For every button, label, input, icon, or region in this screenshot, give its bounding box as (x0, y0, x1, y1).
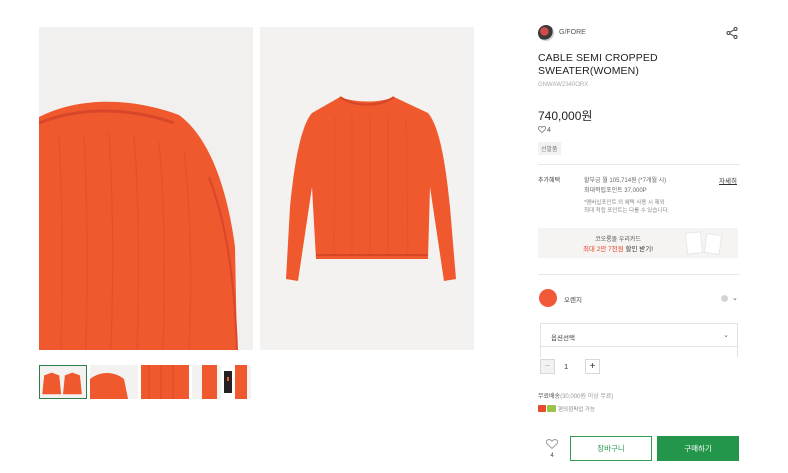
like-count-value: 4 (547, 127, 551, 134)
plus-icon: + (589, 361, 596, 372)
quantity-plus-button[interactable]: + (585, 359, 600, 374)
product-image-front[interactable] (260, 27, 474, 350)
color-name: 오렌지 (564, 297, 582, 304)
coupon-cta: 할인 받기! (623, 246, 654, 253)
shipping-label: 무료배송 (538, 394, 561, 400)
thumbnail-1[interactable] (39, 365, 87, 399)
buy-now-button[interactable]: 구매하기 (657, 436, 739, 461)
brand-name[interactable]: G/FORE (559, 29, 586, 36)
product-title: CABLE SEMI CROPPED SWEATER(WOMEN) (538, 52, 658, 77)
benefits-detail-link[interactable]: 자세히 (719, 175, 737, 185)
thumbnail-2[interactable] (90, 365, 138, 399)
pay-icon (538, 405, 556, 412)
quantity-minus-button[interactable]: − (540, 359, 555, 374)
shipping-condition: (30,000원 이상 무료) (560, 394, 614, 400)
coupon-banner[interactable]: 코오롱몰 우리카드 최대 2만 7천원 할인 받기! (538, 228, 738, 258)
wish-count: 4 (550, 453, 554, 459)
chevron-down-icon[interactable]: ⌄ (732, 294, 738, 302)
benefits-note-2: 최대 적립 포인트는 다를 수 있습니다. (584, 208, 670, 214)
option-select[interactable]: 옵션선택 ⌄ (540, 323, 738, 347)
benefits-label: 추가혜택 (538, 178, 561, 184)
add-to-cart-button[interactable]: 장바구니 (570, 436, 652, 461)
card-image (684, 231, 704, 255)
card-image (703, 232, 723, 256)
like-count[interactable]: 4 (538, 126, 551, 134)
thumbnail-6[interactable] (221, 365, 235, 399)
divider (538, 164, 740, 165)
pickup-text: 편의점픽업 가능 (558, 407, 595, 413)
product-badge: 선발품 (538, 142, 561, 155)
quantity-value[interactable]: 1 (564, 362, 568, 371)
max-points-text: 최대적립포인트 37,000P (584, 188, 647, 194)
coupon-discount: 최대 2만 7천원 (582, 246, 624, 253)
coupon-line-2: 최대 2만 7천원 할인 받기! (538, 243, 698, 253)
installment-text: 할부금 월 105,714원 (*7개월 시) (584, 178, 667, 184)
thumbnail-3[interactable] (141, 365, 189, 399)
brand-row: G/FORE (538, 25, 740, 43)
color-swatch[interactable] (539, 289, 557, 307)
product-image-detail[interactable] (39, 27, 253, 350)
option-select-label: 옵션선택 (551, 335, 575, 342)
wish-button[interactable]: 4 (544, 439, 560, 459)
heart-icon (538, 126, 546, 133)
minus-icon: − (544, 361, 551, 372)
wish-icon (546, 439, 558, 449)
pickup-info: 편의점픽업 가능 (538, 405, 595, 413)
color-dropdown-dot[interactable] (721, 295, 728, 302)
option-dropdown-area (540, 347, 738, 357)
chevron-down-icon: ⌄ (723, 332, 729, 339)
product-sku: GNWAW2340ORX (538, 82, 589, 88)
coupon-line-1: 코오롱몰 우리카드 (595, 237, 641, 243)
benefits-note-1: *멤버십포인트 외 혜택 사용 시 제외 (584, 200, 665, 206)
share-icon[interactable] (726, 27, 738, 39)
divider (538, 274, 740, 275)
shipping-info: 무료배송(30,000원 이상 무료) (538, 391, 613, 400)
brand-logo[interactable] (538, 25, 554, 41)
product-price: 740,000원 (538, 109, 593, 123)
